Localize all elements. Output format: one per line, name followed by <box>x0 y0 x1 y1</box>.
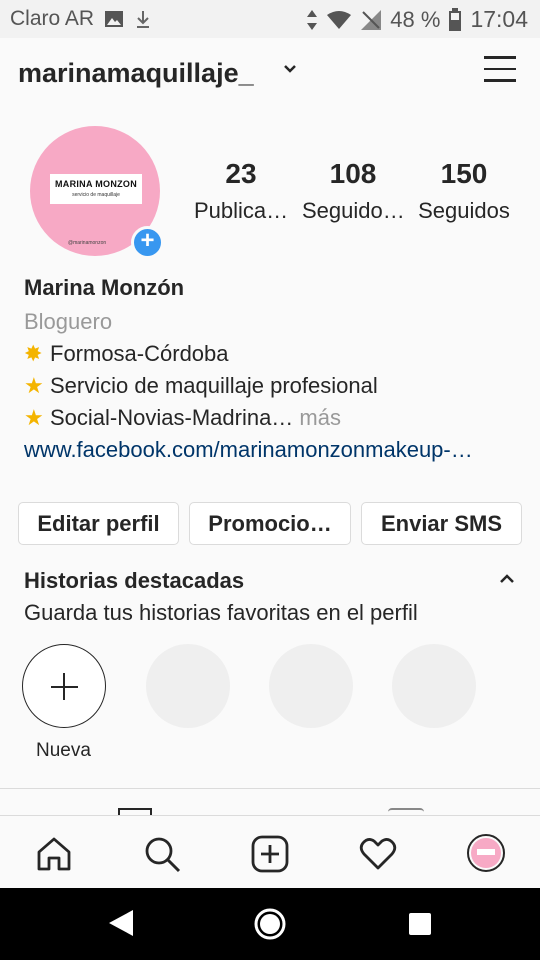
more-link[interactable]: más <box>293 405 341 430</box>
chevron-up-icon[interactable] <box>498 572 516 586</box>
logo-subtitle: servicio de maquillaje <box>72 192 120 198</box>
stat-label: Seguido… <box>302 198 405 223</box>
highlights-subtitle: Guarda tus historias favoritas en el per… <box>24 600 418 625</box>
star-icon: ★ <box>24 405 44 430</box>
stat-label: Seguidos <box>418 198 510 223</box>
hamburger-menu-icon[interactable] <box>484 56 516 86</box>
profile-name: Marina Monzón <box>24 275 185 300</box>
username-switcher[interactable]: marinamaquillaje_ <box>18 58 254 89</box>
section-divider <box>0 788 540 789</box>
glowing-star-icon: ✸ <box>24 341 43 366</box>
recents-icon[interactable] <box>408 912 432 936</box>
profile-tab-avatar[interactable] <box>467 834 505 872</box>
clock: 17:04 <box>470 6 528 32</box>
star-icon: ★ <box>24 373 44 398</box>
edit-profile-button[interactable]: Editar perfil <box>18 502 179 545</box>
profile-header: marinamaquillaje_ <box>0 38 540 112</box>
new-post-icon[interactable] <box>250 834 290 874</box>
send-sms-button[interactable]: Enviar SMS <box>361 502 522 545</box>
profile-category: Bloguero <box>24 309 113 334</box>
home-button-icon[interactable] <box>253 907 287 941</box>
bio-line: ✸ Formosa-Córdoba <box>24 341 229 366</box>
battery-icon <box>449 7 462 31</box>
stat-value: 108 <box>329 158 377 189</box>
highlight-placeholder <box>392 644 476 728</box>
back-icon[interactable] <box>107 908 135 938</box>
home-icon[interactable] <box>34 834 74 874</box>
wifi-icon <box>327 10 352 29</box>
heart-icon[interactable] <box>358 834 398 874</box>
stat-followers[interactable]: 108 Seguido… <box>302 158 405 224</box>
new-highlight-button[interactable] <box>22 644 106 728</box>
stat-following[interactable]: 150 Seguidos <box>414 158 514 224</box>
highlight-placeholder <box>269 644 353 728</box>
bio-line: ★ Servicio de maquillaje profesional <box>24 373 378 398</box>
chevron-down-icon[interactable] <box>282 63 298 75</box>
battery-percent: 48 % <box>390 6 441 32</box>
gallery-icon <box>105 11 124 27</box>
vibrate-icon <box>307 9 318 30</box>
carrier-name: Claro AR <box>10 7 95 30</box>
profile-bio: Marina Monzón Bloguero ✸ Formosa-Córdoba … <box>24 275 524 463</box>
highlights-title: Historias destacadas <box>24 568 245 593</box>
logo-handle: @marinamonzon <box>68 240 107 246</box>
stat-value: 150 <box>440 158 488 189</box>
stat-label: Publica… <box>194 198 289 223</box>
avatar-logo: MARINA MONZON servicio de maquillaje <box>50 174 142 204</box>
stat-posts[interactable]: 23 Publica… <box>194 158 288 224</box>
stat-value: 23 <box>225 158 257 189</box>
system-nav-bar <box>0 888 540 960</box>
download-icon <box>137 11 150 28</box>
new-highlight-label: Nueva <box>36 740 91 761</box>
search-icon[interactable] <box>142 834 182 874</box>
highlight-placeholder <box>146 644 230 728</box>
no-signal-icon <box>361 9 382 30</box>
add-story-button[interactable]: + <box>131 226 164 259</box>
status-bar: Claro AR 48 % 17:04 <box>0 0 540 38</box>
bottom-nav <box>0 815 540 888</box>
bio-line: ★ Social-Novias-Madrina… más <box>24 405 341 430</box>
promotions-button[interactable]: Promocio… <box>189 502 351 545</box>
website-link[interactable]: www.facebook.com/marinamonzonmakeup-… <box>24 437 524 463</box>
logo-title: MARINA MONZON <box>54 179 138 189</box>
